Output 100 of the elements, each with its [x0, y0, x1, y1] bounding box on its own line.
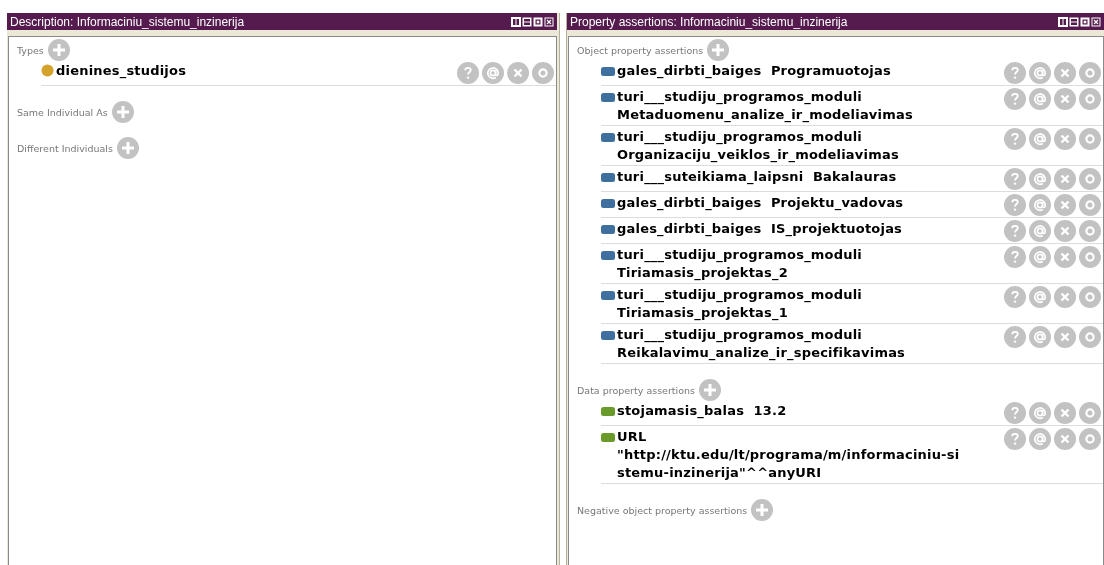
- delete-icon[interactable]: [1054, 168, 1076, 190]
- annotation-icon[interactable]: [1029, 286, 1051, 308]
- section-label: Same Individual As: [17, 106, 108, 118]
- assertion-text: gales_dirbti_baiges Projektu_vadovas: [617, 194, 905, 212]
- add-icon[interactable]: [707, 39, 730, 61]
- explain-icon[interactable]: [1079, 88, 1101, 110]
- delete-icon[interactable]: [1054, 194, 1076, 216]
- section-label: Object property assertions: [577, 44, 704, 56]
- delete-icon[interactable]: [1054, 62, 1076, 84]
- help-icon[interactable]: [1004, 220, 1026, 242]
- annotation-icon[interactable]: [1029, 128, 1051, 150]
- annotation-icon[interactable]: [1029, 220, 1051, 242]
- assertion-text: turi___studiju_programos_moduli: [617, 326, 864, 344]
- explain-icon[interactable]: [1079, 168, 1101, 190]
- explain-icon[interactable]: [1079, 62, 1101, 84]
- annotation-icon[interactable]: [1029, 194, 1051, 216]
- help-icon[interactable]: [1004, 246, 1026, 268]
- add-icon[interactable]: [111, 101, 134, 123]
- delete-icon[interactable]: [1054, 128, 1076, 150]
- explain-icon[interactable]: [1079, 402, 1101, 424]
- explain-icon[interactable]: [532, 62, 554, 84]
- maximize-icon[interactable]: [533, 16, 543, 27]
- data-property-icon: [601, 407, 615, 416]
- assertion-text: stemu-inzinerija"^^anyURI: [617, 464, 823, 482]
- assertion-row[interactable]: turi___studiju_programos_moduli Reikalavimu_analize_ir_specifikavimas: [601, 324, 1103, 364]
- section-label: Negative object property assertions: [577, 504, 748, 516]
- explain-icon[interactable]: [1079, 246, 1101, 268]
- minimize-icon[interactable]: [522, 16, 532, 27]
- explain-icon[interactable]: [1079, 326, 1101, 348]
- assertion-text: turi___suteikiama_laipsni Bakalauras: [617, 168, 898, 186]
- assertion-row[interactable]: stojamasis_balas 13.2: [601, 400, 1103, 426]
- delete-icon[interactable]: [507, 62, 529, 84]
- delete-icon[interactable]: [1054, 88, 1076, 110]
- section-label: Different Individuals: [17, 142, 113, 154]
- assertion-text: gales_dirbti_baiges IS_projektuotojas: [617, 220, 904, 238]
- maximize-icon[interactable]: [1080, 16, 1090, 27]
- split-icon[interactable]: [1058, 16, 1068, 27]
- object-property-icon: [601, 291, 615, 300]
- add-icon[interactable]: [116, 137, 139, 159]
- object-property-icon: [601, 199, 615, 208]
- object-property-icon: [601, 93, 615, 102]
- help-icon[interactable]: [1004, 194, 1026, 216]
- delete-icon[interactable]: [1054, 286, 1076, 308]
- close-icon[interactable]: [1091, 16, 1101, 27]
- annotation-icon[interactable]: [1029, 168, 1051, 190]
- assertion-text: gales_dirbti_baiges Programuotojas: [617, 62, 892, 80]
- assertion-row[interactable]: gales_dirbti_baiges Programuotojas: [601, 60, 1103, 86]
- object-property-icon: [601, 331, 615, 340]
- assertion-text: stojamasis_balas 13.2: [617, 402, 788, 420]
- assertion-row[interactable]: URL "http://ktu.edu/lt/programa/m/informaciniu-si stemu-inzinerija"^^anyURI: [601, 426, 1103, 484]
- annotation-icon[interactable]: [1029, 402, 1051, 424]
- assertion-text: Metaduomenu_analize_ir_modeliavimas: [617, 106, 914, 124]
- minimize-icon[interactable]: [1069, 16, 1079, 27]
- assertion-text: URL: [617, 428, 648, 446]
- object-property-icon: [601, 67, 615, 76]
- help-icon[interactable]: [1004, 62, 1026, 84]
- help-icon[interactable]: [1004, 128, 1026, 150]
- assertion-text: dienines_studijos: [56, 62, 188, 80]
- annotation-icon[interactable]: [1029, 62, 1051, 84]
- help-icon[interactable]: [1004, 286, 1026, 308]
- delete-icon[interactable]: [1054, 402, 1076, 424]
- help-icon[interactable]: [1004, 88, 1026, 110]
- annotation-icon[interactable]: [482, 62, 504, 84]
- explain-icon[interactable]: [1079, 286, 1101, 308]
- assertion-text: Tiriamasis_projektas_1: [617, 304, 789, 322]
- annotation-icon[interactable]: [1029, 326, 1051, 348]
- delete-icon[interactable]: [1054, 428, 1076, 450]
- annotation-icon[interactable]: [1029, 428, 1051, 450]
- explain-icon[interactable]: [1079, 428, 1101, 450]
- help-icon[interactable]: [457, 62, 479, 84]
- view-title: Property assertions: Informaciniu_sistemu_inzinerija: [570, 14, 849, 29]
- close-icon[interactable]: [544, 16, 554, 27]
- delete-icon[interactable]: [1054, 220, 1076, 242]
- object-property-icon: [601, 225, 615, 234]
- add-icon[interactable]: [751, 499, 774, 521]
- delete-icon[interactable]: [1054, 246, 1076, 268]
- view-title: Description: Informaciniu_sistemu_inzinerija: [10, 14, 246, 29]
- help-icon[interactable]: [1004, 168, 1026, 190]
- help-icon[interactable]: [1004, 402, 1026, 424]
- assertion-text: turi___studiju_programos_moduli: [617, 128, 864, 146]
- add-icon[interactable]: [699, 379, 721, 401]
- assertion-row[interactable]: dienines_studijos: [41, 60, 556, 86]
- data-property-icon: [601, 433, 615, 442]
- add-icon[interactable]: [47, 39, 70, 61]
- object-property-icon: [601, 251, 615, 260]
- annotation-icon[interactable]: [1029, 246, 1051, 268]
- help-icon[interactable]: [1004, 428, 1026, 450]
- delete-icon[interactable]: [1054, 326, 1076, 348]
- explain-icon[interactable]: [1079, 194, 1101, 216]
- assertion-row[interactable]: gales_dirbti_baiges Projektu_vadovas: [601, 192, 1103, 218]
- assertion-text: "http://ktu.edu/lt/programa/m/informaciniu-si: [617, 446, 961, 464]
- explain-icon[interactable]: [1079, 220, 1101, 242]
- assertion-text: turi___studiju_programos_moduli: [617, 246, 864, 264]
- assertion-text: Organizaciju_veiklos_ir_modeliavimas: [617, 146, 900, 164]
- explain-icon[interactable]: [1079, 128, 1101, 150]
- split-icon[interactable]: [511, 16, 521, 27]
- assertion-row[interactable]: turi___suteikiama_laipsni Bakalauras: [601, 166, 1103, 192]
- help-icon[interactable]: [1004, 326, 1026, 348]
- assertion-row[interactable]: gales_dirbti_baiges IS_projektuotojas: [601, 218, 1103, 244]
- annotation-icon[interactable]: [1029, 88, 1051, 110]
